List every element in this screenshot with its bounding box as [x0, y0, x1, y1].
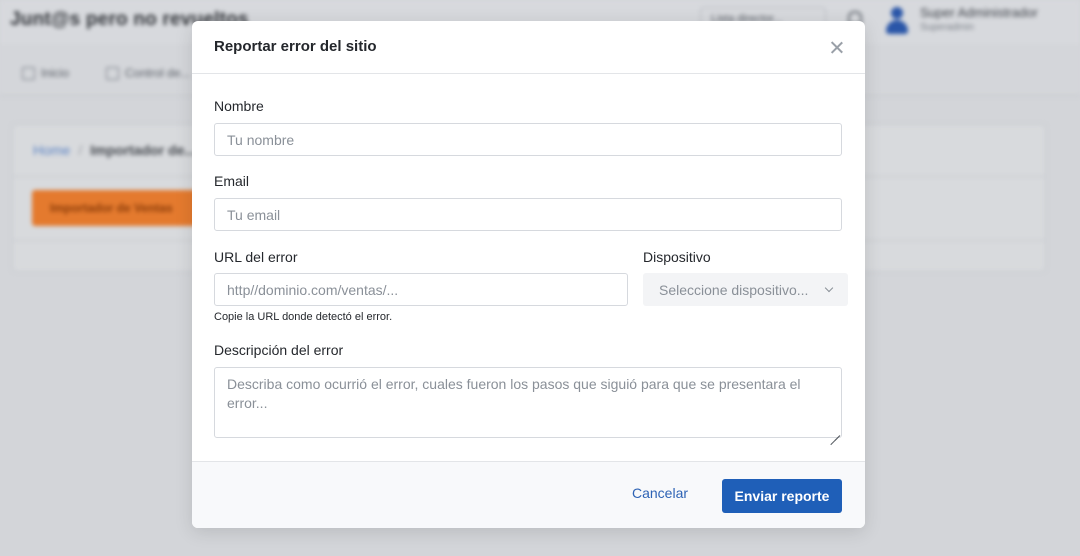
- email-field[interactable]: [214, 198, 842, 231]
- home-icon: [22, 66, 35, 80]
- nav-item-inicio[interactable]: Inicio: [22, 66, 69, 80]
- avatar[interactable]: [885, 5, 909, 35]
- nav-item-label: Control de...: [125, 66, 191, 80]
- user-role: Superadmin: [920, 22, 974, 33]
- name-field[interactable]: [214, 123, 842, 156]
- breadcrumb: Home / Importador de...: [33, 142, 196, 158]
- breadcrumb-current: Importador de...: [90, 142, 197, 158]
- close-button[interactable]: [828, 39, 846, 57]
- url-help-text: Copie la URL donde detectó el error.: [214, 311, 393, 323]
- modal-header: Reportar error del sitio: [192, 21, 865, 74]
- submit-report-button[interactable]: Enviar reporte: [722, 479, 842, 513]
- avatar-body: [886, 20, 908, 34]
- resize-handle-icon[interactable]: [829, 425, 840, 436]
- user-name: Super Administrador: [920, 5, 1038, 20]
- description-label: Descripción del error: [214, 342, 344, 358]
- nav-item-label: Inicio: [41, 66, 70, 80]
- avatar-head: [891, 7, 903, 19]
- chevron-down-icon: [824, 283, 834, 293]
- nav-item-control[interactable]: Control de...: [106, 66, 190, 80]
- email-label: Email: [214, 173, 250, 189]
- modal-footer: Cancelar Enviar reporte: [192, 461, 865, 528]
- name-label: Nombre: [214, 98, 264, 114]
- report-error-modal: Reportar error del sitio Nombre Email UR…: [192, 21, 865, 528]
- close-icon: [828, 39, 846, 57]
- modal-title: Reportar error del sitio: [214, 38, 377, 55]
- url-field[interactable]: [214, 273, 628, 306]
- description-field[interactable]: [214, 367, 842, 438]
- user-icon: [106, 66, 119, 80]
- importer-button[interactable]: Importador de Ventas: [32, 190, 202, 226]
- breadcrumb-separator: /: [78, 142, 83, 158]
- device-label: Dispositivo: [643, 249, 711, 265]
- breadcrumb-home[interactable]: Home: [33, 142, 70, 158]
- cancel-button[interactable]: Cancelar: [632, 485, 688, 501]
- device-select-value: Seleccione dispositivo...: [659, 282, 809, 298]
- device-select[interactable]: Seleccione dispositivo...: [643, 273, 848, 306]
- url-label: URL del error: [214, 249, 298, 265]
